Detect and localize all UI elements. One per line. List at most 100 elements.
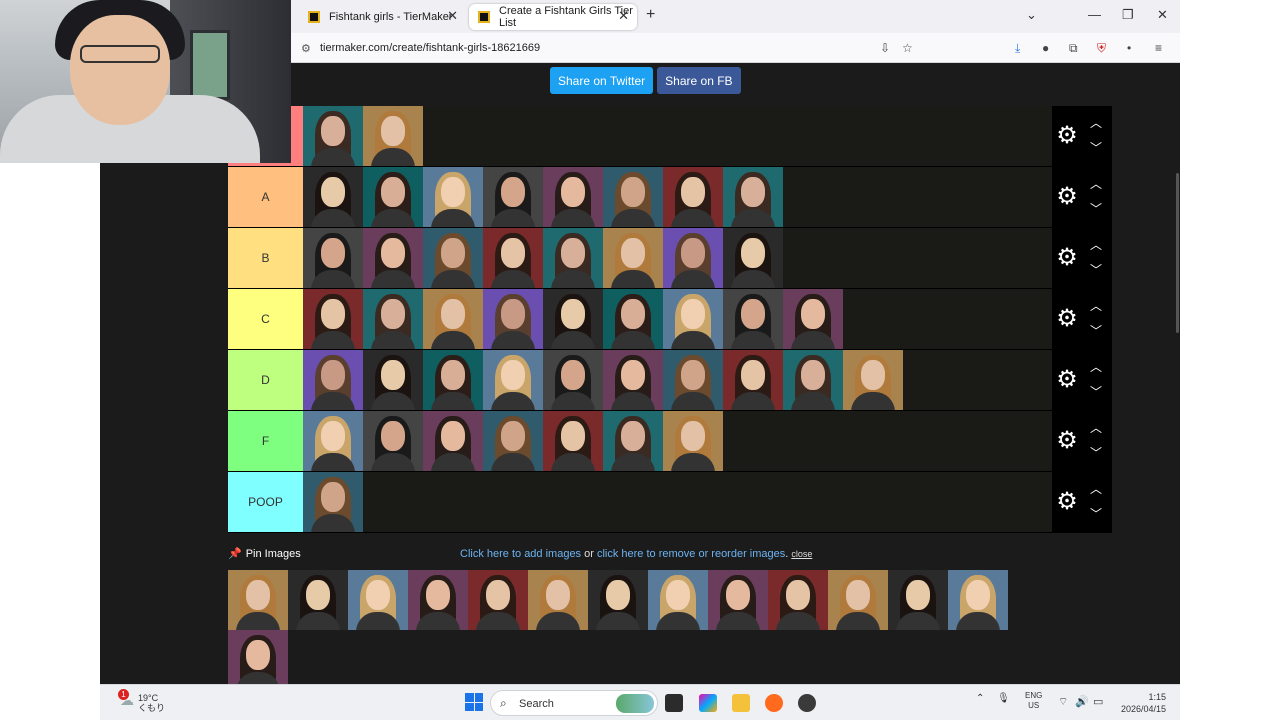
tier-image[interactable]	[663, 167, 723, 227]
extension-badge-icon[interactable]: •	[1127, 41, 1131, 55]
share-facebook-button[interactable]: Share on FB	[657, 67, 741, 94]
gear-icon[interactable]: ⚙	[1054, 489, 1080, 515]
show-hidden-icons-icon[interactable]: ⌃	[976, 693, 984, 704]
move-down-icon[interactable]: ﹀	[1090, 505, 1102, 522]
move-up-icon[interactable]: ︿	[1090, 236, 1102, 253]
wifi-icon[interactable]: ⌔	[1058, 695, 1068, 709]
move-up-icon[interactable]: ︿	[1090, 358, 1102, 375]
tier-image[interactable]	[663, 411, 723, 471]
tier-image[interactable]	[603, 411, 663, 471]
gear-icon[interactable]: ⚙	[1054, 306, 1080, 332]
pin-images-toggle[interactable]: 📌 Pin Images	[228, 547, 301, 561]
downloads-icon[interactable]: ⤓	[1015, 41, 1020, 56]
tier-image[interactable]	[423, 228, 483, 288]
tier-image[interactable]	[483, 228, 543, 288]
scrollbar[interactable]	[1172, 63, 1180, 684]
close-tab-icon[interactable]: ✕	[447, 8, 458, 24]
tab-create-tier-list[interactable]: Create a Fishtank Girls Tier List ✕	[469, 4, 637, 30]
move-down-icon[interactable]: ﹀	[1090, 200, 1102, 217]
tier-image[interactable]	[423, 289, 483, 349]
tier-label[interactable]: C	[228, 289, 303, 349]
tier-image[interactable]	[483, 411, 543, 471]
tier-image[interactable]	[723, 167, 783, 227]
tier-image[interactable]	[663, 350, 723, 410]
gear-icon[interactable]: ⚙	[1054, 367, 1080, 393]
firefox-icon[interactable]	[765, 694, 783, 712]
pool-image[interactable]	[588, 570, 648, 630]
app-icon[interactable]	[798, 694, 816, 712]
tier-label[interactable]: F	[228, 411, 303, 471]
pool-image[interactable]	[708, 570, 768, 630]
shield-icon[interactable]: ⛨	[1097, 41, 1106, 56]
move-up-icon[interactable]: ︿	[1090, 480, 1102, 497]
close-tab-icon[interactable]: ✕	[618, 8, 629, 24]
pool-image[interactable]	[288, 570, 348, 630]
extensions-icon[interactable]: ⧉	[1069, 41, 1078, 56]
tier-image[interactable]	[363, 167, 423, 227]
move-up-icon[interactable]: ︿	[1090, 175, 1102, 192]
tier-image[interactable]	[483, 289, 543, 349]
tier-label[interactable]: POOP	[228, 472, 303, 532]
tier-image[interactable]	[363, 350, 423, 410]
menu-icon[interactable]: ≡	[1155, 41, 1162, 55]
tab-fishtank-girls[interactable]: Fishtank girls - TierMaker ✕	[299, 4, 466, 30]
gear-icon[interactable]: ⚙	[1054, 245, 1080, 271]
volume-icon[interactable]: 🔊	[1075, 695, 1089, 708]
tier-image[interactable]	[423, 411, 483, 471]
pool-image[interactable]	[228, 570, 288, 630]
tier-label[interactable]: A	[228, 167, 303, 227]
tier-image[interactable]	[543, 167, 603, 227]
windows-start-icon[interactable]	[465, 693, 483, 711]
tier-image[interactable]	[423, 350, 483, 410]
tier-image[interactable]	[723, 228, 783, 288]
tier-image[interactable]	[303, 106, 363, 166]
tier-image[interactable]	[783, 289, 843, 349]
move-down-icon[interactable]: ﹀	[1090, 261, 1102, 278]
tier-image[interactable]	[483, 350, 543, 410]
move-up-icon[interactable]: ︿	[1090, 419, 1102, 436]
pool-image[interactable]	[228, 630, 288, 684]
move-down-icon[interactable]: ﹀	[1090, 444, 1102, 461]
new-tab-button[interactable]: +	[646, 6, 655, 24]
tier-image[interactable]	[723, 350, 783, 410]
pool-image[interactable]	[828, 570, 888, 630]
gear-icon[interactable]: ⚙	[1054, 123, 1080, 149]
pool-image[interactable]	[768, 570, 828, 630]
pool-image[interactable]	[348, 570, 408, 630]
tier-image[interactable]	[663, 228, 723, 288]
tier-image[interactable]	[663, 289, 723, 349]
tier-image[interactable]	[303, 228, 363, 288]
tier-image[interactable]	[723, 289, 783, 349]
move-down-icon[interactable]: ﹀	[1090, 383, 1102, 400]
tier-image[interactable]	[363, 411, 423, 471]
tier-image[interactable]	[363, 228, 423, 288]
tier-image[interactable]	[423, 167, 483, 227]
site-info-icon[interactable]: ⚙	[301, 42, 311, 55]
scrollbar-thumb[interactable]	[1176, 173, 1179, 333]
pool-image[interactable]	[648, 570, 708, 630]
account-icon[interactable]: ●	[1042, 41, 1049, 55]
restore-button[interactable]: ❐	[1122, 7, 1134, 23]
gear-icon[interactable]: ⚙	[1054, 428, 1080, 454]
tier-label[interactable]: B	[228, 228, 303, 288]
move-up-icon[interactable]: ︿	[1090, 297, 1102, 314]
move-down-icon[interactable]: ﹀	[1090, 322, 1102, 339]
tier-image[interactable]	[603, 350, 663, 410]
tier-image[interactable]	[543, 228, 603, 288]
tier-image[interactable]	[303, 289, 363, 349]
tier-image[interactable]	[603, 228, 663, 288]
list-all-tabs-icon[interactable]: ⌄	[1026, 7, 1037, 23]
close-link[interactable]: close	[791, 549, 812, 559]
tier-image[interactable]	[303, 350, 363, 410]
tier-image[interactable]	[363, 289, 423, 349]
tier-image[interactable]	[483, 167, 543, 227]
close-window-button[interactable]: ✕	[1157, 7, 1168, 23]
taskbar-search-box[interactable]: ⌕ Search	[490, 690, 658, 716]
install-app-icon[interactable]: ⇩	[880, 41, 890, 55]
reorder-images-link[interactable]: click here to remove or reorder images	[597, 548, 785, 560]
address-bar[interactable]: tiermaker.com/create/fishtank-girls-1862…	[320, 42, 540, 54]
add-images-link[interactable]: Click here to add images	[460, 548, 581, 560]
task-view-icon[interactable]	[665, 694, 683, 712]
input-language[interactable]: ENG US	[1025, 691, 1042, 711]
tier-image[interactable]	[543, 289, 603, 349]
